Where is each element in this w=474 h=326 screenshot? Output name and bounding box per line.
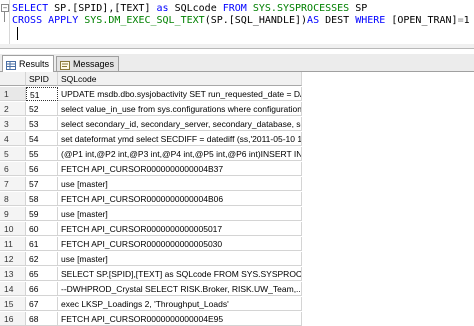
row-number[interactable]: 12 bbox=[0, 252, 26, 266]
cell-sqlcode[interactable]: (@P1 int,@P2 int,@P3 int,@P4 int,@P5 int… bbox=[58, 147, 302, 161]
cell-sqlcode[interactable]: SELECT SP.[SPID],[TEXT] as SQLcode FROM … bbox=[58, 267, 302, 281]
cell-sqlcode[interactable]: select secondary_id, secondary_server, s… bbox=[58, 117, 302, 131]
code-text: SP bbox=[349, 3, 368, 14]
code-text: [OPEN_TRAN] bbox=[385, 15, 458, 26]
row-number[interactable]: 2 bbox=[0, 102, 26, 116]
code-text: (SP.[SQL_HANDLE]) bbox=[204, 15, 308, 26]
keyword-as: AS bbox=[307, 15, 320, 26]
code-text: SP.[SPID],[TEXT] bbox=[48, 3, 157, 14]
cell-sqlcode[interactable]: FETCH API_CURSOR0000000000005017 bbox=[58, 222, 302, 236]
system-function: SYS.DM_EXEC_SQL_TEXT bbox=[84, 15, 205, 26]
tab-results-label: Results bbox=[19, 59, 50, 69]
row-number[interactable]: 5 bbox=[0, 147, 26, 161]
tab-messages[interactable]: Messages bbox=[56, 56, 120, 71]
cell-spid[interactable]: 61 bbox=[26, 237, 58, 251]
cell-spid[interactable]: 60 bbox=[26, 222, 58, 236]
collapse-icon[interactable]: − bbox=[1, 4, 9, 12]
cell-spid[interactable]: 65 bbox=[26, 267, 58, 281]
cell-sqlcode[interactable]: set dateformat ymd select SECDIFF = date… bbox=[58, 132, 302, 146]
row-number[interactable]: 14 bbox=[0, 282, 26, 296]
cell-spid[interactable]: 52 bbox=[26, 102, 58, 116]
editor-gutter: − bbox=[0, 0, 10, 48]
row-number[interactable]: 13 bbox=[0, 267, 26, 281]
table-row[interactable]: 10 60 FETCH API_CURSOR0000000000005017 bbox=[0, 222, 474, 236]
cell-spid[interactable]: 57 bbox=[26, 177, 58, 191]
cell-spid[interactable]: 56 bbox=[26, 162, 58, 176]
cell-sqlcode[interactable]: FETCH API_CURSOR0000000000004B37 bbox=[58, 162, 302, 176]
column-header-spid[interactable]: SPID bbox=[26, 72, 58, 86]
sql-editor[interactable]: − SELECT SP.[SPID],[TEXT] as SQLcode FRO… bbox=[0, 0, 474, 49]
row-number-header[interactable] bbox=[0, 72, 26, 86]
row-number[interactable]: 4 bbox=[0, 132, 26, 146]
row-number[interactable]: 1 bbox=[0, 87, 26, 101]
table-row[interactable]: 14 66 --DWHPROD_Crystal SELECT RISK.Broker… bbox=[0, 282, 474, 296]
cell-sqlcode[interactable]: FETCH API_CURSOR0000000000004B06 bbox=[58, 192, 302, 206]
table-row[interactable]: 11 61 FETCH API_CURSOR0000000000005030 bbox=[0, 237, 474, 251]
cell-sqlcode[interactable]: FETCH API_CURSOR0000000000004E95 bbox=[58, 312, 302, 326]
table-row[interactable]: 7 57 use [master] bbox=[0, 177, 474, 191]
table-row[interactable]: 15 67 exec LKSP_Loadings 2, 'Throughput_Lo… bbox=[0, 297, 474, 311]
cell-sqlcode[interactable]: use [master] bbox=[58, 252, 302, 266]
code-text: DEST bbox=[319, 15, 356, 26]
cell-spid[interactable]: 53 bbox=[26, 117, 58, 131]
column-header-sqlcode[interactable]: SQLcode bbox=[58, 72, 302, 86]
row-number[interactable]: 11 bbox=[0, 237, 26, 251]
cell-spid[interactable]: 58 bbox=[26, 192, 58, 206]
table-row[interactable]: 4 54 set dateformat ymd select SECDIFF = d… bbox=[0, 132, 474, 146]
cell-sqlcode[interactable]: use [master] bbox=[58, 177, 302, 191]
editor-horizontal-scrollbar[interactable] bbox=[0, 44, 474, 48]
cell-sqlcode[interactable]: use [master] bbox=[58, 207, 302, 221]
keyword-where: WHERE bbox=[355, 15, 386, 26]
table-row[interactable]: 1 51 UPDATE msdb.dbo.sysjobactivity SET ru… bbox=[0, 87, 474, 101]
system-object: SYS.SYSPROCESSES bbox=[252, 3, 350, 14]
row-number[interactable]: 15 bbox=[0, 297, 26, 311]
cell-sqlcode[interactable]: select value_in_use from sys.configurati… bbox=[58, 102, 302, 116]
table-row[interactable]: 13 65 SELECT SP.[SPID],[TEXT] as SQLcode F… bbox=[0, 267, 474, 281]
keyword-select: SELECT bbox=[12, 3, 49, 14]
row-number[interactable]: 10 bbox=[0, 222, 26, 236]
tab-messages-label: Messages bbox=[73, 59, 115, 69]
cell-sqlcode[interactable]: UPDATE msdb.dbo.sysjobactivity SET run_r… bbox=[58, 87, 302, 101]
row-number[interactable]: 6 bbox=[0, 162, 26, 176]
grid-header: SPID SQLcode bbox=[0, 72, 474, 86]
cell-sqlcode[interactable]: exec LKSP_Loadings 2, 'Throughput_Loads' bbox=[58, 297, 302, 311]
table-row[interactable]: 3 53 select secondary_id, secondary_server… bbox=[0, 117, 474, 131]
cell-sqlcode[interactable]: --DWHPROD_Crystal SELECT RISK.Broker, RI… bbox=[58, 282, 302, 296]
row-number[interactable]: 3 bbox=[0, 117, 26, 131]
cell-spid[interactable]: 59 bbox=[26, 207, 58, 221]
row-number[interactable]: 16 bbox=[0, 312, 26, 326]
cell-spid[interactable]: 54 bbox=[26, 132, 58, 146]
keyword-as: as bbox=[156, 3, 169, 14]
row-number[interactable]: 7 bbox=[0, 177, 26, 191]
grid-icon bbox=[6, 60, 16, 70]
row-number[interactable]: 8 bbox=[0, 192, 26, 206]
row-number[interactable]: 9 bbox=[0, 207, 26, 221]
table-row[interactable]: 5 55 (@P1 int,@P2 int,@P3 int,@P4 int,@P5 … bbox=[0, 147, 474, 161]
table-row[interactable]: 16 68 FETCH API_CURSOR0000000000004E95 bbox=[0, 312, 474, 326]
cell-spid[interactable]: 55 bbox=[26, 147, 58, 161]
table-row[interactable]: 9 59 use [master] bbox=[0, 207, 474, 221]
code-text: 1 bbox=[463, 15, 470, 26]
table-row[interactable]: 6 56 FETCH API_CURSOR0000000000004B37 bbox=[0, 162, 474, 176]
cell-sqlcode[interactable]: FETCH API_CURSOR0000000000005030 bbox=[58, 237, 302, 251]
keyword-from: FROM bbox=[222, 3, 247, 14]
cell-spid[interactable]: 67 bbox=[26, 297, 58, 311]
cell-spid[interactable]: 68 bbox=[26, 312, 58, 326]
keyword-cross-apply: CROSS APPLY bbox=[12, 15, 79, 26]
cell-spid[interactable]: 66 bbox=[26, 282, 58, 296]
tab-results[interactable]: Results bbox=[2, 55, 55, 72]
text-caret bbox=[17, 27, 18, 40]
code-line-2[interactable]: CROSS APPLY SYS.DM_EXEC_SQL_TEXT(SP.[SQL… bbox=[12, 14, 470, 27]
table-row[interactable]: 12 62 use [master] bbox=[0, 252, 474, 266]
messages-icon bbox=[60, 60, 70, 70]
fold-line bbox=[4, 12, 5, 22]
table-row[interactable]: 2 52 select value_in_use from sys.configur… bbox=[0, 102, 474, 116]
cell-spid[interactable]: 62 bbox=[26, 252, 58, 266]
cell-spid[interactable]: 51 bbox=[26, 87, 58, 101]
results-grid[interactable]: SPID SQLcode 1 51 UPDATE msdb.dbo.sysjobac… bbox=[0, 72, 474, 326]
table-row[interactable]: 8 58 FETCH API_CURSOR0000000000004B06 bbox=[0, 192, 474, 206]
code-text: SQLcode bbox=[168, 3, 223, 14]
results-tab-bar: Results Messages bbox=[0, 54, 474, 72]
